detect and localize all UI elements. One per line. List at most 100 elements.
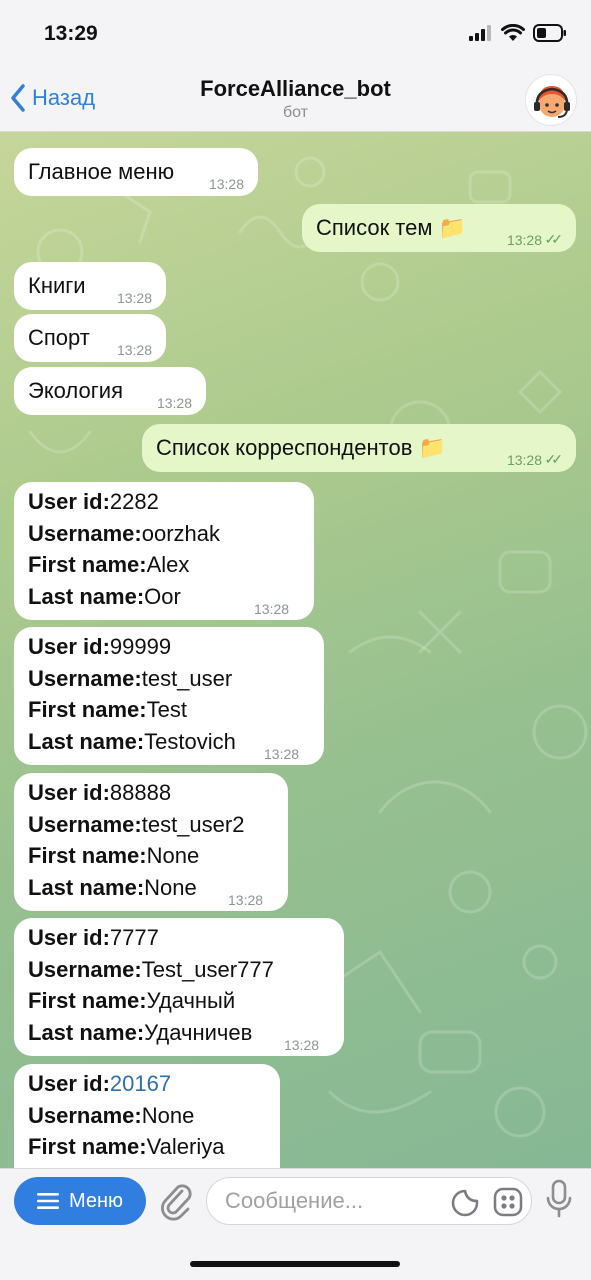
wifi-icon	[501, 24, 525, 41]
message-text: Книги	[28, 273, 86, 298]
message-time: 13:28	[254, 601, 290, 617]
message-time: 13:28	[264, 746, 300, 762]
field-label: First name:	[28, 1134, 147, 1159]
message-input[interactable]	[225, 1188, 435, 1214]
user-user-id-row: User id:2282	[28, 486, 159, 518]
menu-label: Меню	[68, 1189, 124, 1212]
signal-icon	[469, 25, 491, 41]
message-time: 13:28	[208, 176, 244, 192]
outgoing-message[interactable]: Список корреспондентов 📁 13:28 ✓✓	[142, 424, 576, 472]
support-agent-icon	[534, 86, 570, 118]
user-first-name-row: First name:None	[28, 840, 199, 872]
hamburger-icon	[36, 1193, 59, 1209]
user-first-name-row: First name:Valeriya	[28, 1131, 224, 1163]
chat-header: Назад ForceAlliance_bot бот	[0, 72, 591, 132]
user-first-name-row: First name:Test	[28, 694, 187, 726]
field-label: Username:	[28, 520, 142, 546]
chat-subtitle: бот	[282, 104, 309, 121]
field-label: User id:	[28, 780, 110, 805]
outgoing-message[interactable]: Список тем 📁 13:28 ✓✓	[302, 204, 576, 252]
user-user-id-row: User id:20167	[28, 1068, 171, 1100]
user-user-id-row: User id:99999	[28, 631, 171, 663]
sticker-icon[interactable]	[451, 1189, 479, 1217]
user-last-name-row: Last name:None	[28, 872, 197, 904]
field-value: Test_user777	[141, 956, 274, 982]
field-value: Alex	[146, 552, 190, 577]
user-card-message[interactable]: User id:99999 Username:test_user First nam…	[14, 627, 324, 765]
emoji-grid-icon[interactable]	[493, 1187, 523, 1217]
field-label: Username:	[28, 956, 142, 982]
incoming-message[interactable]: Главное меню 13:28	[14, 148, 258, 196]
bot-avatar[interactable]	[525, 74, 577, 126]
bot-menu-button[interactable]: Меню	[14, 1177, 146, 1225]
user-first-name-row: First name:Удачный	[28, 985, 235, 1017]
field-label: User id:	[28, 489, 110, 514]
field-label: Username:	[28, 811, 142, 837]
incoming-message[interactable]: Книги 13:28	[14, 262, 166, 310]
field-value: Удачный	[146, 988, 236, 1013]
field-label: First name:	[28, 843, 147, 868]
user-card-message[interactable]: User id:7777 Username:Test_user777 First n…	[14, 918, 344, 1056]
field-value: 7777	[109, 925, 159, 950]
field-label: First name:	[28, 697, 147, 722]
message-text: Экология	[28, 378, 123, 403]
message-time: 13:28	[506, 232, 542, 248]
user-card-message[interactable]: User id:88888 Username:test_user2 First na…	[14, 773, 288, 911]
field-value: 88888	[109, 780, 172, 805]
incoming-message[interactable]: Спорт 13:28	[14, 314, 166, 362]
user-card-message[interactable]: User id:2282 Username:oorzhak First name:A…	[14, 482, 314, 620]
message-time: 13:28	[228, 892, 264, 908]
field-label: First name:	[28, 988, 147, 1013]
user-last-name-row: Last name:Oor	[28, 581, 181, 613]
message-text: Список корреспондентов 📁	[156, 435, 446, 460]
incoming-message[interactable]: Экология 13:28	[14, 367, 206, 415]
field-value: None	[141, 1102, 195, 1128]
field-label: User id:	[28, 1071, 110, 1096]
field-value: None	[144, 874, 197, 900]
paperclip-icon[interactable]	[158, 1181, 194, 1221]
message-field[interactable]	[206, 1177, 532, 1225]
field-value: test_user2	[141, 811, 245, 837]
user-username-row: Username:oorzhak	[28, 518, 220, 550]
field-value: oorzhak	[141, 520, 220, 546]
field-value: 99999	[109, 634, 172, 659]
chat-title[interactable]: ForceAlliance_bot	[0, 76, 591, 102]
user-username-row: Username:None	[28, 1100, 194, 1132]
field-label: Last name:	[28, 874, 145, 900]
field-label: Last name:	[28, 728, 145, 754]
home-indicator	[190, 1261, 400, 1267]
status-bar: 13:29	[0, 0, 591, 72]
field-value: Testovich	[144, 728, 236, 754]
double-check-icon: ✓✓	[544, 231, 564, 247]
field-value: Test	[146, 697, 187, 722]
message-time: 13:28	[156, 395, 192, 411]
user-card-message[interactable]: User id:20167 Username:None First name:Val…	[14, 1064, 280, 1168]
field-label: Last name:	[28, 583, 145, 609]
message-text: Спорт	[28, 325, 90, 350]
message-text: Главное меню	[28, 159, 175, 184]
field-value: None	[146, 843, 200, 868]
field-label: User id:	[28, 634, 110, 659]
field-value[interactable]: 20167	[110, 1071, 171, 1096]
message-time: 13:28	[284, 1037, 320, 1053]
field-value: 2282	[109, 489, 159, 514]
field-value: test_user	[141, 665, 233, 691]
field-label: Username:	[28, 1102, 142, 1128]
message-input-bar: Меню	[0, 1168, 591, 1280]
field-label: Last name:	[28, 1019, 145, 1045]
field-value: Удачничев	[144, 1019, 253, 1045]
message-time: 13:28	[116, 290, 152, 306]
user-user-id-row: User id:7777	[28, 922, 159, 954]
status-icons	[469, 24, 567, 42]
field-value: Oor	[144, 583, 181, 609]
field-label: First name:	[28, 552, 147, 577]
user-username-row: Username:test_user2	[28, 809, 244, 841]
chat-area[interactable]: Главное меню 13:28 Список тем 📁 13:28 ✓✓ Книг…	[0, 132, 591, 1168]
user-last-name-row: Last name:Удачничев	[28, 1017, 252, 1049]
microphone-icon[interactable]	[546, 1179, 572, 1219]
user-user-id-row: User id:88888	[28, 777, 171, 809]
user-username-row: Username:test_user	[28, 663, 232, 695]
user-username-row: Username:Test_user777	[28, 954, 274, 986]
double-check-icon: ✓✓	[544, 451, 564, 467]
message-text: Список тем 📁	[316, 215, 467, 240]
